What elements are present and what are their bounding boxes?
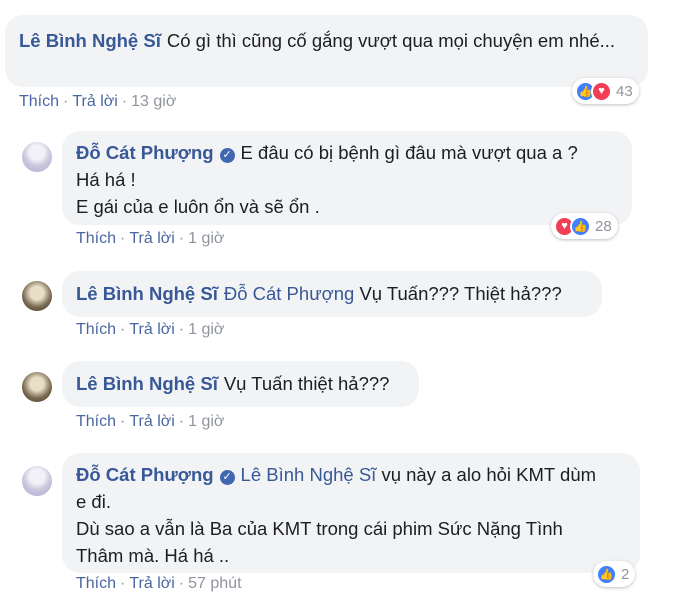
avatar[interactable] [22,466,52,496]
like-link[interactable]: Thích [76,230,116,247]
comment-text-line: E đâu có bị bệnh gì đâu mà vượt qua a ? [240,142,578,163]
separator-dot: · [120,413,126,430]
separator-dot: · [120,321,126,338]
reply-link[interactable]: Trả lời [72,93,117,110]
comment-text: Vụ Tuấn??? Thiệt hả??? [359,283,562,304]
avatar[interactable] [22,372,52,402]
separator-dot: · [178,321,185,338]
verified-badge-icon: ✓ [219,148,235,163]
comment-author[interactable]: Lê Bình Nghệ Sĩ [76,373,218,394]
comment-bubble: Lê Bình Nghệ Sĩ Vụ Tuấn thiệt hả??? [62,361,419,407]
reply-link[interactable]: Trả lời [129,230,174,247]
reply-link[interactable]: Trả lời [129,575,174,592]
reply-link[interactable]: Trả lời [129,413,174,430]
comment-text-line: e đi. [76,491,111,512]
like-link[interactable]: Thích [76,575,116,592]
love-icon: ♥ [591,80,612,102]
comment-actions: Thích · Trả lời · 13 giờ [19,93,176,111]
like-icon: 👍 [570,215,591,237]
separator-dot: · [120,230,126,247]
separator-dot: · [121,93,128,110]
separator-dot: · [178,575,185,592]
like-icon: 👍 [596,563,617,585]
reaction-count: 2 [621,565,630,583]
verified-badge-icon: ✓ [219,470,235,485]
comment-actions: Thích · Trả lời · 57 phút [76,575,242,593]
comment-text: Có gì thì cũng cố gắng vượt qua mọi chuy… [166,30,616,51]
comment-bubble: Đỗ Cát Phượng ✓ E đâu có bị bệnh gì đâu mà… [62,131,632,225]
reaction-summary[interactable]: 👍 ♥ 43 [572,78,639,104]
comment-author[interactable]: Đỗ Cát Phượng [76,142,214,163]
timestamp[interactable]: 1 giờ [188,230,224,247]
separator-dot: · [178,413,185,430]
comment-author[interactable]: Lê Bình Nghệ Sĩ [19,30,161,51]
comment-actions: Thích · Trả lời · 1 giờ [76,321,224,339]
reaction-count: 43 [616,82,633,100]
reply-link[interactable]: Trả lời [129,321,174,338]
reaction-count: 28 [595,217,612,235]
timestamp[interactable]: 13 giờ [131,93,176,110]
comment-author[interactable]: Đỗ Cát Phượng [76,464,214,485]
comment-bubble: Lê Bình Nghệ Sĩ Đỗ Cát Phượng Vụ Tuấn??? … [62,271,602,317]
comment-bubble: Lê Bình Nghệ Sĩ Có gì thì cũng cố gắng vư… [5,15,648,87]
comment-text-line: E gái của e luôn ổn và sẽ ổn . [76,196,320,217]
reaction-summary[interactable]: ♥ 👍 28 [551,213,618,239]
timestamp[interactable]: 57 phút [188,575,241,592]
comment-actions: Thích · Trả lời · 1 giờ [76,413,224,431]
mention-link[interactable]: Đỗ Cát Phượng [224,283,354,304]
timestamp[interactable]: 1 giờ [188,321,224,338]
mention-link[interactable]: Lê Bình Nghệ Sĩ [241,464,377,485]
comment-actions: Thích · Trả lời · 1 giờ [76,230,224,248]
comment-text-line: Thâm mà. Há há .. [76,545,230,566]
like-link[interactable]: Thích [19,93,59,110]
comment-text: Vụ Tuấn thiệt hả??? [223,373,390,394]
comment-bubble: Đỗ Cát Phượng ✓ Lê Bình Nghệ Sĩ vụ này a a… [62,453,640,573]
comment-text-line: vụ này a alo hỏi KMT dùm [381,464,597,485]
like-link[interactable]: Thích [76,321,116,338]
comment-text-line: Dù sao a vẫn là Ba của KMT trong cái phi… [76,518,563,539]
avatar[interactable] [22,281,52,311]
separator-dot: · [178,230,185,247]
avatar[interactable] [22,142,52,172]
timestamp[interactable]: 1 giờ [188,413,224,430]
comment-author[interactable]: Lê Bình Nghệ Sĩ [76,283,218,304]
separator-dot: · [63,93,69,110]
reaction-summary[interactable]: 👍 2 [593,561,636,587]
separator-dot: · [120,575,126,592]
like-link[interactable]: Thích [76,413,116,430]
comment-text-line: Há há ! [76,169,136,190]
